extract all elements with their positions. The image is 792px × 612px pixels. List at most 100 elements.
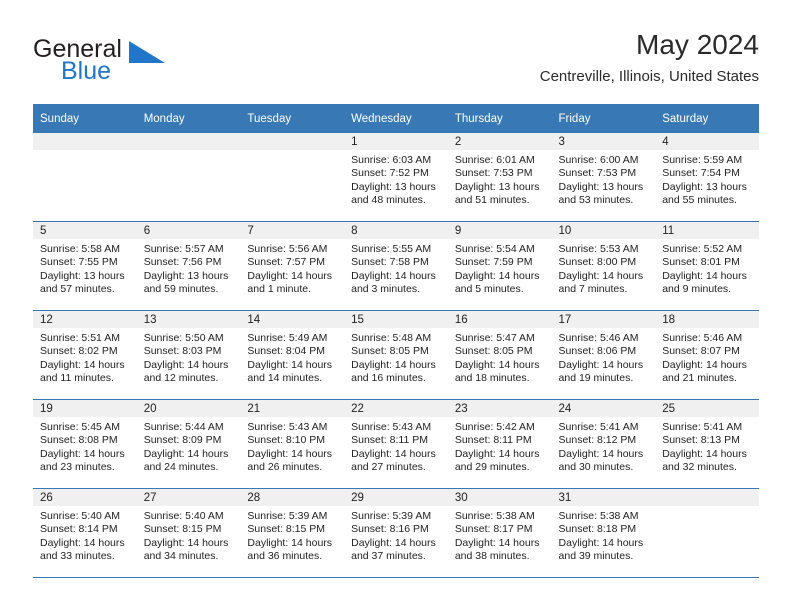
calendar-grid: Sunday Monday Tuesday Wednesday Thursday Frid… (33, 104, 759, 578)
calendar-day-cell[interactable]: 29 Sunrise: 5:39 AM Sunset: 8:16 PM Dayligh… (344, 488, 448, 578)
daylight-text-line2: and 3 minutes. (351, 282, 420, 295)
sunrise-text: Sunrise: 5:45 AM (40, 421, 120, 433)
daylight-text-line1: Daylight: 14 hours (40, 358, 125, 371)
day-details: Sunrise: 5:39 AM Sunset: 8:15 PM Daylight:… (240, 506, 344, 563)
day-cell-inner: 5 Sunrise: 5:58 AM Sunset: 7:55 PM Daylight… (33, 222, 137, 310)
weekday-header-friday: Friday (551, 104, 656, 133)
sunset-text: Sunset: 7:53 PM (454, 167, 533, 180)
daylight-text-line2: and 39 minutes. (558, 549, 634, 562)
calendar-day-cell[interactable]: 16 Sunrise: 5:47 AM Sunset: 8:05 PM Dayligh… (447, 310, 552, 400)
calendar-week-row: 12 Sunrise: 5:51 AM Sunset: 8:02 PM Dayligh… (33, 310, 759, 400)
day-details: Sunrise: 5:47 AM Sunset: 8:05 PM Daylight:… (448, 328, 552, 385)
daylight-text-line1: Daylight: 14 hours (351, 358, 436, 371)
calendar-day-cell[interactable]: 9 Sunrise: 5:54 AM Sunset: 7:59 PM Daylight… (447, 221, 552, 311)
daylight-text-line2: and 5 minutes. (454, 282, 524, 295)
calendar-day-cell[interactable]: 14 Sunrise: 5:49 AM Sunset: 8:04 PM Dayligh… (240, 310, 345, 400)
calendar-day-cell[interactable]: 23 Sunrise: 5:42 AM Sunset: 8:11 PM Dayligh… (447, 399, 552, 489)
sunset-text: Sunset: 7:59 PM (454, 256, 533, 269)
calendar-day-cell[interactable]: 22 Sunrise: 5:43 AM Sunset: 8:11 PM Dayligh… (344, 399, 448, 489)
sunset-text: Sunset: 8:11 PM (454, 434, 532, 447)
daylight-text-line2: and 26 minutes. (247, 460, 323, 473)
calendar-day-cell[interactable]: 20 Sunrise: 5:44 AM Sunset: 8:09 PM Dayligh… (136, 399, 241, 489)
sunset-text: Sunset: 8:02 PM (40, 345, 118, 358)
calendar-day-cell[interactable]: 5 Sunrise: 5:58 AM Sunset: 7:55 PM Daylight… (33, 221, 137, 311)
daylight-text-line2: and 18 minutes. (454, 371, 530, 384)
day-number: 22 (344, 400, 448, 417)
calendar-day-cell[interactable]: 26 Sunrise: 5:40 AM Sunset: 8:14 PM Dayligh… (33, 488, 137, 578)
daylight-text-line2: and 9 minutes. (662, 282, 732, 295)
sunrise-text: Sunrise: 5:47 AM (454, 332, 535, 344)
daylight-text-line1: Daylight: 14 hours (454, 269, 540, 282)
day-cell-inner: 16 Sunrise: 5:47 AM Sunset: 8:05 PM Dayligh… (447, 311, 552, 399)
calendar-day-cell[interactable]: 19 Sunrise: 5:45 AM Sunset: 8:08 PM Dayligh… (33, 399, 137, 489)
calendar-day-cell[interactable]: 24 Sunrise: 5:41 AM Sunset: 8:12 PM Dayligh… (551, 399, 656, 489)
sunrise-text: Sunrise: 5:46 AM (558, 332, 639, 344)
calendar-day-cell[interactable]: 1 Sunrise: 6:03 AM Sunset: 7:52 PM Daylight… (344, 133, 448, 222)
calendar-day-cell[interactable]: 12 Sunrise: 5:51 AM Sunset: 8:02 PM Dayligh… (33, 310, 137, 400)
day-cell-inner (655, 489, 759, 577)
day-details: Sunrise: 5:59 AM Sunset: 7:54 PM Daylight:… (655, 150, 759, 207)
day-number: 24 (551, 400, 656, 417)
daylight-text-line1: Daylight: 14 hours (662, 269, 747, 282)
calendar-day-cell[interactable]: 10 Sunrise: 5:53 AM Sunset: 8:00 PM Dayligh… (551, 221, 656, 311)
calendar-day-cell[interactable]: 27 Sunrise: 5:40 AM Sunset: 8:15 PM Dayligh… (136, 488, 241, 578)
calendar-day-cell[interactable]: 31 Sunrise: 5:38 AM Sunset: 8:18 PM Dayligh… (551, 488, 656, 578)
sunset-text: Sunset: 8:03 PM (143, 345, 222, 358)
calendar-day-cell[interactable]: 2 Sunrise: 6:01 AM Sunset: 7:53 PM Daylight… (447, 133, 552, 222)
sunrise-text: Sunrise: 5:51 AM (40, 332, 120, 344)
day-number: 3 (551, 133, 656, 150)
day-cell-inner: 23 Sunrise: 5:42 AM Sunset: 8:11 PM Dayligh… (447, 400, 552, 488)
sunset-text: Sunset: 7:57 PM (247, 256, 326, 269)
daylight-text-line1: Daylight: 14 hours (40, 536, 125, 549)
calendar-day-cell[interactable]: 4 Sunrise: 5:59 AM Sunset: 7:54 PM Daylight… (655, 133, 759, 222)
daylight-text-line1: Daylight: 14 hours (247, 447, 333, 460)
day-cell-inner: 6 Sunrise: 5:57 AM Sunset: 7:56 PM Daylight… (136, 222, 241, 310)
day-number: 19 (33, 400, 137, 417)
daylight-text-line1: Daylight: 14 hours (558, 358, 644, 371)
sunset-text: Sunset: 7:53 PM (558, 167, 637, 180)
weekday-header-sunday: Sunday (33, 104, 137, 133)
day-number (240, 133, 345, 150)
day-cell-inner: 12 Sunrise: 5:51 AM Sunset: 8:02 PM Dayligh… (33, 311, 137, 399)
sunrise-text: Sunrise: 5:57 AM (143, 243, 224, 255)
day-number: 5 (33, 222, 137, 239)
calendar-day-cell[interactable]: 6 Sunrise: 5:57 AM Sunset: 7:56 PM Daylight… (136, 221, 241, 311)
day-details: Sunrise: 5:55 AM Sunset: 7:58 PM Daylight:… (344, 239, 448, 296)
calendar-day-cell[interactable]: 13 Sunrise: 5:50 AM Sunset: 8:03 PM Dayligh… (136, 310, 241, 400)
page-subtitle: Centreville, Illinois, United States (539, 68, 759, 85)
sunset-text: Sunset: 8:01 PM (662, 256, 740, 269)
daylight-text-line1: Daylight: 13 hours (143, 269, 229, 282)
sunset-text: Sunset: 8:10 PM (247, 434, 326, 447)
brand-logo[interactable]: General Blue (33, 36, 253, 92)
calendar-day-cell[interactable]: 17 Sunrise: 5:46 AM Sunset: 8:06 PM Dayligh… (551, 310, 656, 400)
calendar-day-cell[interactable]: 11 Sunrise: 5:52 AM Sunset: 8:01 PM Dayligh… (655, 221, 759, 311)
day-details: Sunrise: 5:53 AM Sunset: 8:00 PM Daylight:… (552, 239, 656, 296)
daylight-text-line2: and 36 minutes. (247, 549, 323, 562)
calendar-day-cell[interactable]: 30 Sunrise: 5:38 AM Sunset: 8:17 PM Dayligh… (447, 488, 552, 578)
day-cell-inner: 4 Sunrise: 5:59 AM Sunset: 7:54 PM Daylight… (655, 133, 759, 221)
sunset-text: Sunset: 8:11 PM (351, 434, 428, 447)
calendar-day-cell[interactable]: 28 Sunrise: 5:39 AM Sunset: 8:15 PM Dayligh… (240, 488, 345, 578)
day-cell-inner: 13 Sunrise: 5:50 AM Sunset: 8:03 PM Dayligh… (136, 311, 241, 399)
daylight-text-line1: Daylight: 14 hours (247, 269, 333, 282)
calendar-day-cell[interactable]: 3 Sunrise: 6:00 AM Sunset: 7:53 PM Daylight… (551, 133, 656, 222)
day-cell-inner: 27 Sunrise: 5:40 AM Sunset: 8:15 PM Dayligh… (136, 489, 241, 577)
calendar-day-cell[interactable]: 25 Sunrise: 5:41 AM Sunset: 8:13 PM Dayligh… (655, 399, 759, 489)
daylight-text-line1: Daylight: 14 hours (454, 447, 540, 460)
day-number: 20 (136, 400, 241, 417)
day-cell-inner (136, 133, 241, 221)
calendar-day-cell[interactable]: 8 Sunrise: 5:55 AM Sunset: 7:58 PM Daylight… (344, 221, 448, 311)
calendar-day-cell[interactable]: 18 Sunrise: 5:46 AM Sunset: 8:07 PM Dayligh… (655, 310, 759, 400)
sunset-text: Sunset: 7:52 PM (351, 167, 429, 180)
sunset-text: Sunset: 8:05 PM (454, 345, 533, 358)
sunrise-text: Sunrise: 5:41 AM (662, 421, 743, 433)
day-number (33, 133, 137, 150)
page-header: General Blue May 2024 Centreville, Illin… (33, 28, 759, 100)
day-number: 16 (447, 311, 552, 328)
calendar-day-cell[interactable]: 15 Sunrise: 5:48 AM Sunset: 8:05 PM Dayligh… (344, 310, 448, 400)
sunset-text: Sunset: 8:18 PM (558, 523, 637, 536)
calendar-day-cell[interactable]: 7 Sunrise: 5:56 AM Sunset: 7:57 PM Daylight… (240, 221, 345, 311)
calendar-day-cell[interactable]: 21 Sunrise: 5:43 AM Sunset: 8:10 PM Dayligh… (240, 399, 345, 489)
day-details: Sunrise: 5:39 AM Sunset: 8:16 PM Daylight:… (344, 506, 448, 563)
triangle-logo-icon (129, 41, 165, 68)
